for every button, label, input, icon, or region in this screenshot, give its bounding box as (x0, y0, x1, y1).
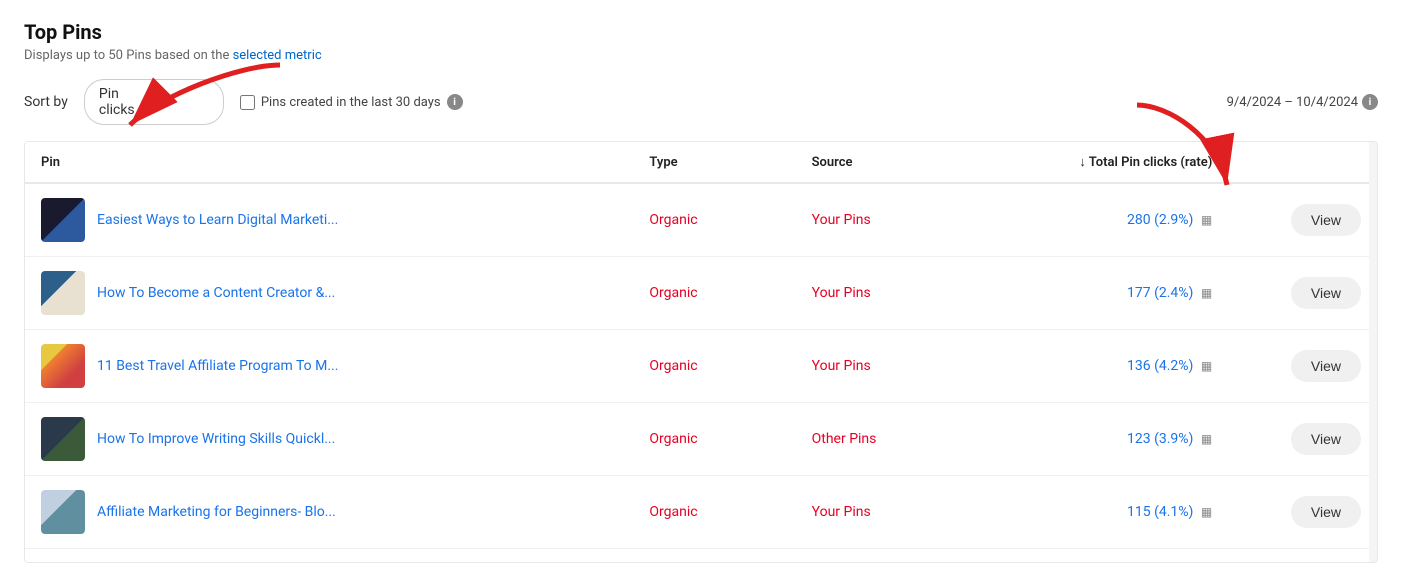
view-button-0[interactable]: View (1291, 204, 1361, 236)
main-container: Top Pins Displays up to 50 Pins based on… (0, 0, 1402, 583)
pin-cell-1: How To Become a Content Creator &... (25, 257, 633, 330)
chevron-down-icon: ▾ (158, 95, 209, 109)
last-30-days-checkbox[interactable] (240, 95, 255, 110)
table-row: Famous Digital Marketing Quotes Th... Or… (25, 549, 1377, 563)
col-header-source: Source (796, 142, 958, 183)
pin-title-2[interactable]: 11 Best Travel Affiliate Program To M... (97, 358, 338, 374)
date-range-text: 9/4/2024 – 10/4/2024 (1227, 95, 1358, 110)
pin-thumbnail-0 (41, 198, 85, 242)
action-cell-3: View (1228, 403, 1377, 476)
pin-title-1[interactable]: How To Become a Content Creator &... (97, 285, 335, 301)
view-button-4[interactable]: View (1291, 496, 1361, 528)
col-header-clicks[interactable]: ↓ Total Pin clicks (rate) (958, 142, 1228, 183)
table-row: How To Become a Content Creator &... Org… (25, 257, 1377, 330)
pin-cell-0: Easiest Ways to Learn Digital Marketi... (25, 183, 633, 257)
source-cell-4: Your Pins (796, 476, 958, 549)
table-row: Affiliate Marketing for Beginners- Blo..… (25, 476, 1377, 549)
action-cell-2: View (1228, 330, 1377, 403)
pin-title-4[interactable]: Affiliate Marketing for Beginners- Blo..… (97, 504, 336, 520)
type-cell-4: Organic (633, 476, 795, 549)
pin-thumbnail-2 (41, 344, 85, 388)
view-button-1[interactable]: View (1291, 277, 1361, 309)
type-cell-0: Organic (633, 183, 795, 257)
table-row: How To Improve Writing Skills Quickl... … (25, 403, 1377, 476)
pins-table: Pin Type Source ↓ Total Pin clicks (rate… (25, 142, 1377, 562)
clicks-cell-1: 177 (2.4%) ▦ (958, 257, 1228, 330)
col-header-action (1228, 142, 1377, 183)
pin-thumbnail-4 (41, 490, 85, 534)
clicks-cell-0: 280 (2.9%) ▦ (958, 183, 1228, 257)
pin-cell-5: Famous Digital Marketing Quotes Th... (25, 549, 633, 563)
pin-thumbnail-1 (41, 271, 85, 315)
col-header-type: Type (633, 142, 795, 183)
clicks-cell-2: 136 (4.2%) ▦ (958, 330, 1228, 403)
col-header-pin: Pin (25, 142, 633, 183)
type-cell-2: Organic (633, 330, 795, 403)
source-cell-5: Your Pins (796, 549, 958, 563)
clicks-cell-5: 92 (3.0%) ▦ (958, 549, 1228, 563)
pins-table-wrapper: Pin Type Source ↓ Total Pin clicks (rate… (24, 141, 1378, 563)
action-cell-5: View (1228, 549, 1377, 563)
table-scroll[interactable]: Pin Type Source ↓ Total Pin clicks (rate… (25, 142, 1377, 562)
source-cell-0: Your Pins (796, 183, 958, 257)
table-header-row: Pin Type Source ↓ Total Pin clicks (rate… (25, 142, 1377, 183)
action-cell-4: View (1228, 476, 1377, 549)
pin-thumbnail-3 (41, 417, 85, 461)
metric-link[interactable]: selected metric (233, 48, 322, 63)
checkbox-label: Pins created in the last 30 days (261, 95, 441, 110)
sort-dropdown[interactable]: Pin clicks ▾ (84, 79, 224, 125)
table-row: 11 Best Travel Affiliate Program To M...… (25, 330, 1377, 403)
chart-icon-0: ▦ (1201, 213, 1212, 227)
type-cell-3: Organic (633, 403, 795, 476)
chart-icon-3: ▦ (1201, 432, 1212, 446)
chart-icon-2: ▦ (1201, 359, 1212, 373)
source-cell-1: Your Pins (796, 257, 958, 330)
chart-icon-1: ▦ (1201, 286, 1212, 300)
pin-cell-2: 11 Best Travel Affiliate Program To M... (25, 330, 633, 403)
checkbox-area: Pins created in the last 30 days i (240, 94, 463, 110)
pin-cell-4: Affiliate Marketing for Beginners- Blo..… (25, 476, 633, 549)
sort-value: Pin clicks (99, 86, 150, 118)
action-cell-1: View (1228, 257, 1377, 330)
source-cell-3: Other Pins (796, 403, 958, 476)
pin-cell-3: How To Improve Writing Skills Quickl... (25, 403, 633, 476)
source-cell-2: Your Pins (796, 330, 958, 403)
scrollbar-track[interactable] (1369, 142, 1377, 562)
subtitle: Displays up to 50 Pins based on the sele… (24, 48, 1378, 63)
view-button-3[interactable]: View (1291, 423, 1361, 455)
pin-title-3[interactable]: How To Improve Writing Skills Quickl... (97, 431, 335, 447)
pin-title-0[interactable]: Easiest Ways to Learn Digital Marketi... (97, 212, 338, 228)
table-row: Easiest Ways to Learn Digital Marketi...… (25, 183, 1377, 257)
date-range: 9/4/2024 – 10/4/2024 i (1227, 94, 1378, 110)
page-title: Top Pins (24, 20, 1378, 44)
type-cell-1: Organic (633, 257, 795, 330)
info-icon[interactable]: i (447, 94, 463, 110)
toolbar: Sort by Pin clicks ▾ Pins created in the… (24, 79, 1378, 125)
action-cell-0: View (1228, 183, 1377, 257)
sort-label: Sort by (24, 94, 68, 110)
clicks-cell-3: 123 (3.9%) ▦ (958, 403, 1228, 476)
type-cell-5: Organic (633, 549, 795, 563)
clicks-cell-4: 115 (4.1%) ▦ (958, 476, 1228, 549)
chart-icon-4: ▦ (1201, 505, 1212, 519)
view-button-2[interactable]: View (1291, 350, 1361, 382)
date-info-icon[interactable]: i (1362, 94, 1378, 110)
